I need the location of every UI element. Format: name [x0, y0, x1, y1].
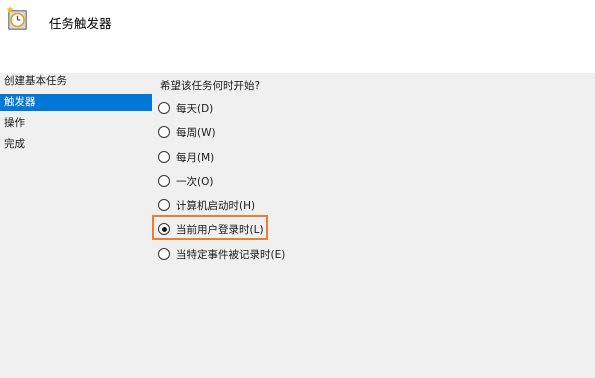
radio-button[interactable] — [158, 248, 170, 260]
sidebar-item-action[interactable]: 操作 — [0, 115, 152, 132]
radio-button[interactable] — [158, 199, 170, 211]
task-scheduler-clock-icon — [6, 6, 27, 30]
option-monthly[interactable]: 每月(M) — [158, 149, 214, 165]
option-label: 计算机启动时(H) — [176, 199, 256, 212]
header: 任务触发器 — [0, 0, 595, 73]
option-on-event[interactable]: 当特定事件被记录时(E) — [158, 246, 285, 262]
sidebar-item-create-basic-task[interactable]: 创建基本任务 — [0, 73, 152, 90]
option-label: 当前用户登录时(L) — [176, 223, 264, 236]
trigger-options-panel: 希望该任务何时开始? 每天(D) 每周(W) 每月(M) 一次(O) 计算机启动… — [152, 73, 595, 378]
option-at-startup[interactable]: 计算机启动时(H) — [158, 197, 255, 213]
option-once[interactable]: 一次(O) — [158, 173, 213, 189]
option-label: 每月(M) — [176, 151, 215, 164]
radio-button[interactable] — [158, 175, 170, 187]
sidebar-item-trigger[interactable]: 触发器 — [0, 94, 152, 111]
trigger-question-label: 希望该任务何时开始? — [160, 80, 261, 92]
option-label: 当特定事件被记录时(E) — [176, 248, 286, 261]
option-daily[interactable]: 每天(D) — [158, 100, 213, 116]
option-at-logon[interactable]: 当前用户登录时(L) — [158, 221, 264, 237]
wizard-steps-sidebar: 创建基本任务 触发器 操作 完成 — [0, 73, 152, 378]
radio-button[interactable] — [158, 126, 170, 138]
option-weekly[interactable]: 每周(W) — [158, 124, 216, 140]
option-label: 每周(W) — [176, 126, 216, 139]
option-label: 每天(D) — [176, 102, 214, 115]
page-title: 任务触发器 — [49, 16, 112, 31]
option-label: 一次(O) — [176, 175, 214, 188]
radio-button[interactable] — [158, 151, 170, 163]
radio-button-checked[interactable] — [158, 223, 170, 235]
sidebar-item-finish[interactable]: 完成 — [0, 136, 152, 153]
radio-button[interactable] — [158, 102, 170, 114]
